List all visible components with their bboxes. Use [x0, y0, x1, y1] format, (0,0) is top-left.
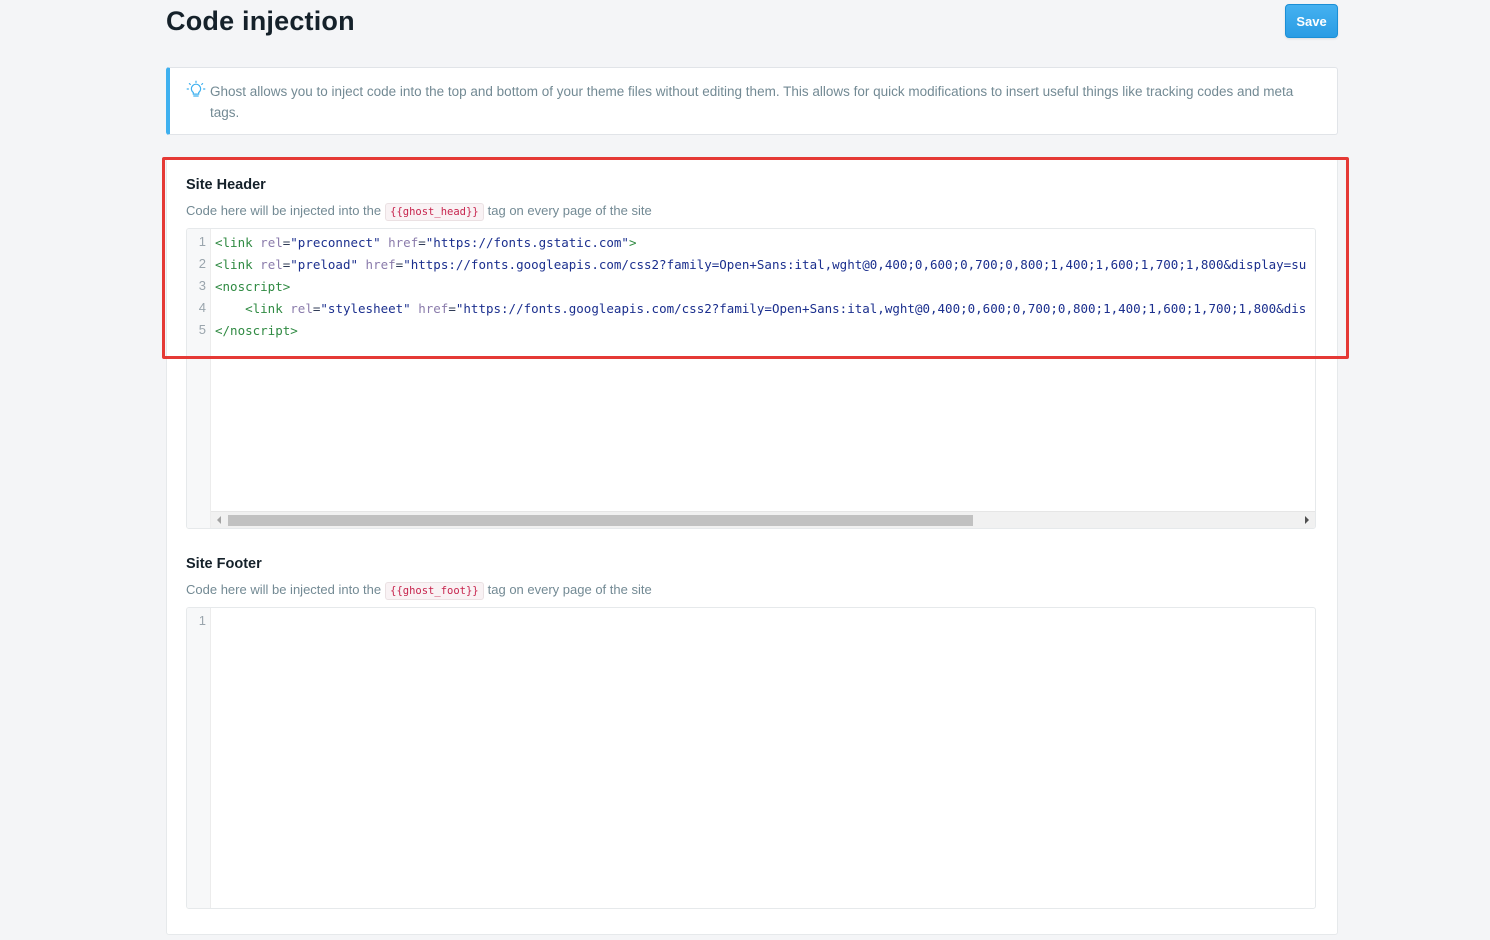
site-footer-desc-after: tag on every page of the site	[487, 582, 652, 597]
scroll-left-arrow-icon[interactable]	[217, 516, 221, 524]
page-title: Code injection	[166, 6, 355, 36]
site-footer-title: Site Footer	[186, 556, 262, 572]
info-text: Ghost allows you to inject code into the…	[210, 84, 1294, 120]
scrollbar-thumb[interactable]	[228, 515, 973, 526]
lightbulb-icon	[186, 80, 206, 100]
scroll-right-arrow-icon[interactable]	[1305, 516, 1309, 524]
site-footer-description: Code here will be injected into the {{gho…	[186, 582, 652, 600]
site-footer-gutter: 1	[187, 608, 211, 908]
highlight-annotation	[162, 157, 1349, 359]
save-button[interactable]: Save	[1285, 4, 1338, 38]
ghost-foot-helper: {{ghost_foot}}	[385, 582, 484, 600]
horizontal-scrollbar[interactable]	[211, 511, 1315, 528]
site-footer-desc-before: Code here will be injected into the	[186, 582, 382, 597]
site-footer-code-editor[interactable]: 1	[186, 607, 1316, 909]
line-number: 1	[198, 613, 206, 628]
info-callout: Ghost allows you to inject code into the…	[166, 67, 1338, 135]
